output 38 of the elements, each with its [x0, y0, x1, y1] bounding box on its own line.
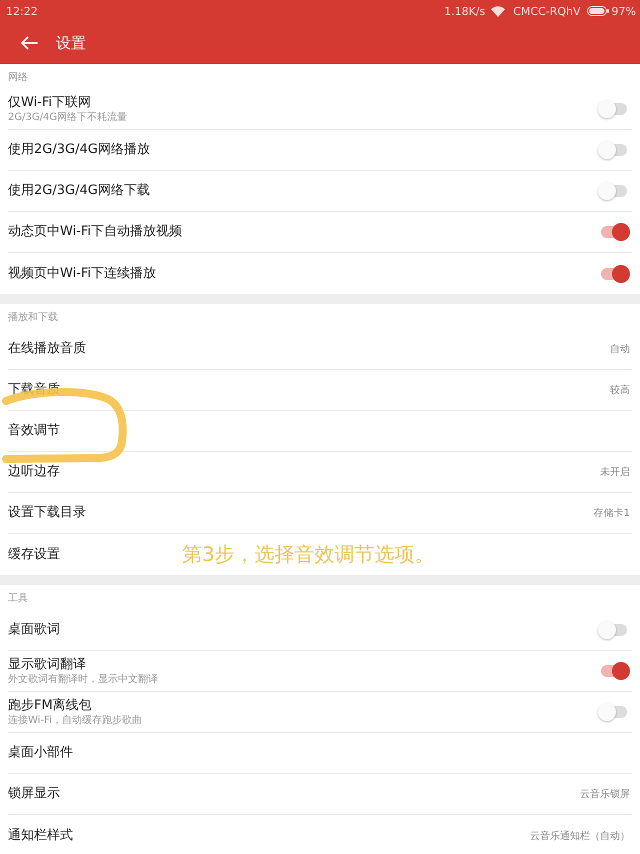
battery-percent: 97% — [612, 4, 636, 18]
section-label: 播放和下载 — [7, 310, 59, 324]
setting-label[interactable]: 跑步FM离线包 — [8, 698, 92, 714]
section-label: 工具 — [7, 592, 29, 606]
setting-value: 未开启 — [600, 466, 631, 479]
setting-value: 自动 — [610, 343, 631, 356]
setting-label[interactable]: 通知栏样式 — [8, 828, 73, 844]
setting-label[interactable]: 桌面小部件 — [8, 745, 73, 761]
setting-label[interactable]: 桌面歌词 — [8, 622, 60, 638]
setting-label[interactable]: 边听边存 — [8, 464, 60, 480]
setting-label[interactable]: 音效调节 — [8, 423, 60, 439]
network-name: CMCC-RQhV — [513, 4, 581, 18]
setting-description: 2G/3G/4G网络下不耗流量 — [8, 112, 128, 124]
setting-label[interactable]: 在线播放音质 — [8, 341, 86, 357]
setting-label[interactable]: 使用2G/3G/4G网络播放 — [8, 142, 150, 158]
setting-label[interactable]: 视频页中Wi-Fi下连续播放 — [8, 266, 156, 282]
setting-description: 外文歌词有翻译时，显示中文翻译 — [8, 674, 158, 686]
back-arrow-icon — [20, 36, 38, 50]
section-label: 网络 — [7, 70, 29, 84]
setting-label[interactable]: 设置下载目录 — [8, 505, 86, 521]
setting-label[interactable]: 使用2G/3G/4G网络下载 — [8, 183, 150, 199]
setting-label[interactable]: 锁屏显示 — [8, 786, 60, 802]
setting-value: 存储卡1 — [594, 506, 631, 520]
network-speed: 1.18K/s — [444, 4, 486, 18]
setting-value: 云音乐通知栏（自动） — [530, 830, 631, 842]
page-title: 设置 — [56, 34, 86, 52]
battery-icon — [586, 6, 609, 16]
setting-description: 连接Wi-Fi，自动缓存跑步歌曲 — [8, 714, 142, 726]
back-button[interactable] — [20, 36, 38, 50]
setting-label[interactable]: 仅Wi-Fi下联网 — [8, 94, 92, 110]
status-time: 12:22 — [6, 4, 38, 18]
annotation-caption: 第3步，选择音效调节选项。 — [182, 541, 435, 568]
setting-value: 云音乐锁屏 — [580, 788, 631, 801]
wifi-icon — [491, 6, 506, 16]
setting-label[interactable]: 动态页中Wi-Fi下自动播放视频 — [8, 224, 182, 240]
setting-value: 较高 — [610, 384, 631, 397]
setting-label[interactable]: 显示歌词翻译 — [8, 656, 86, 672]
setting-label[interactable]: 缓存设置 — [8, 546, 60, 562]
